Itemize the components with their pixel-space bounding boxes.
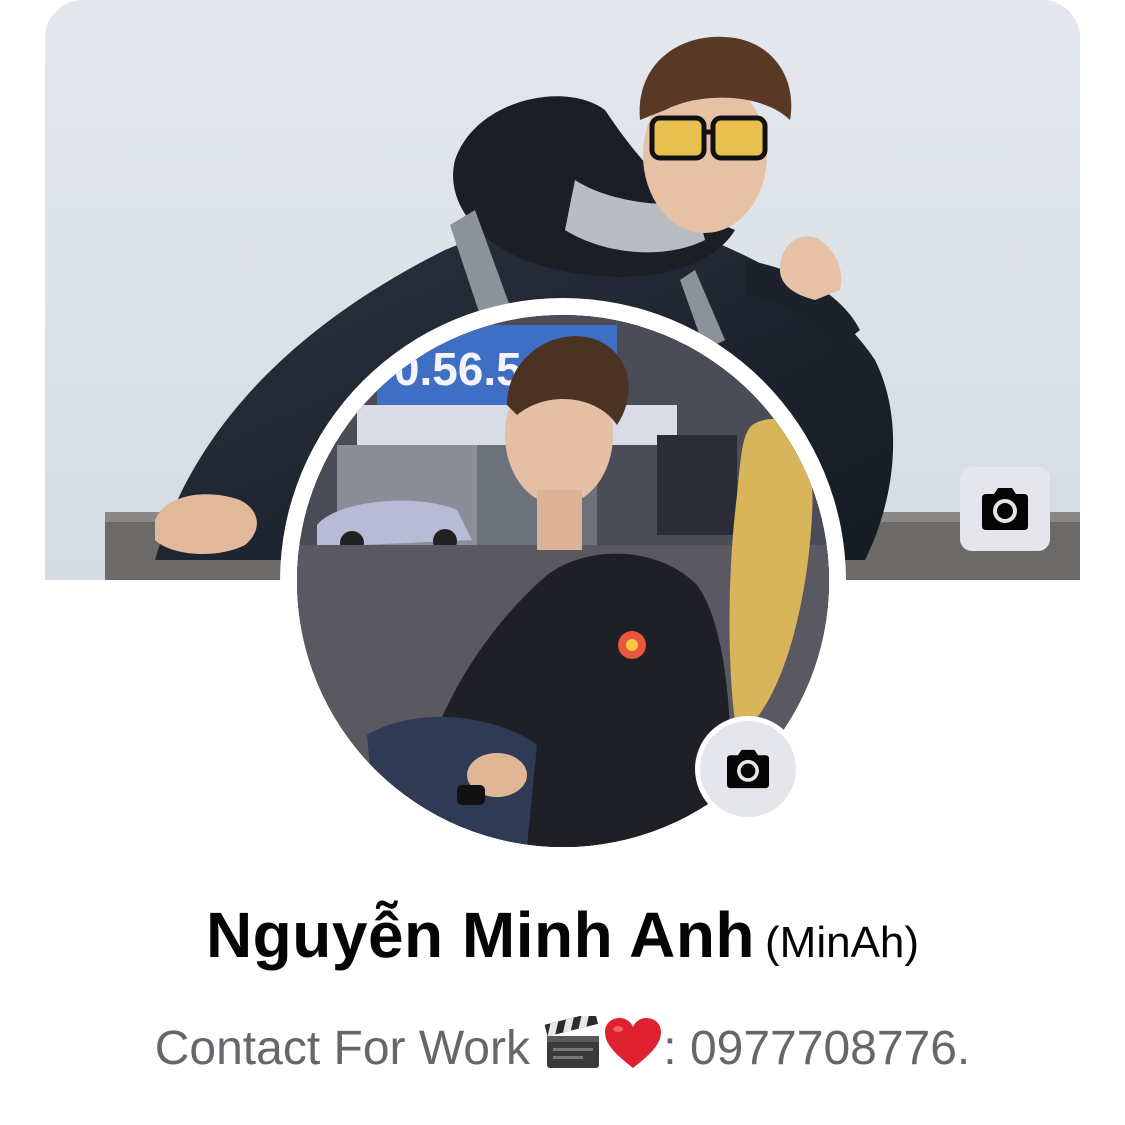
alternate-name: (MinAh) bbox=[765, 918, 920, 967]
clapper-board-icon bbox=[543, 1012, 603, 1084]
profile-name-row: Nguyễn Minh Anh (MinAh) bbox=[0, 898, 1125, 972]
profile-page: 0.56.56. Nguyễn Minh Anh (MinAh) Contact… bbox=[0, 0, 1125, 1125]
camera-icon bbox=[982, 488, 1028, 530]
edit-profile-picture-button[interactable] bbox=[695, 716, 801, 822]
bio-prefix: Contact For Work bbox=[154, 1022, 530, 1075]
edit-cover-photo-button[interactable] bbox=[960, 467, 1050, 551]
edit-profile-picture-button-bg bbox=[700, 721, 796, 817]
bio-contact-number: : 0977708776. bbox=[663, 1022, 971, 1075]
profile-bio: Contact For Work : 0977708776. bbox=[0, 1012, 1125, 1084]
red-heart-icon bbox=[603, 1016, 663, 1084]
profile-name: Nguyễn Minh Anh bbox=[205, 899, 756, 971]
camera-icon bbox=[727, 749, 769, 789]
